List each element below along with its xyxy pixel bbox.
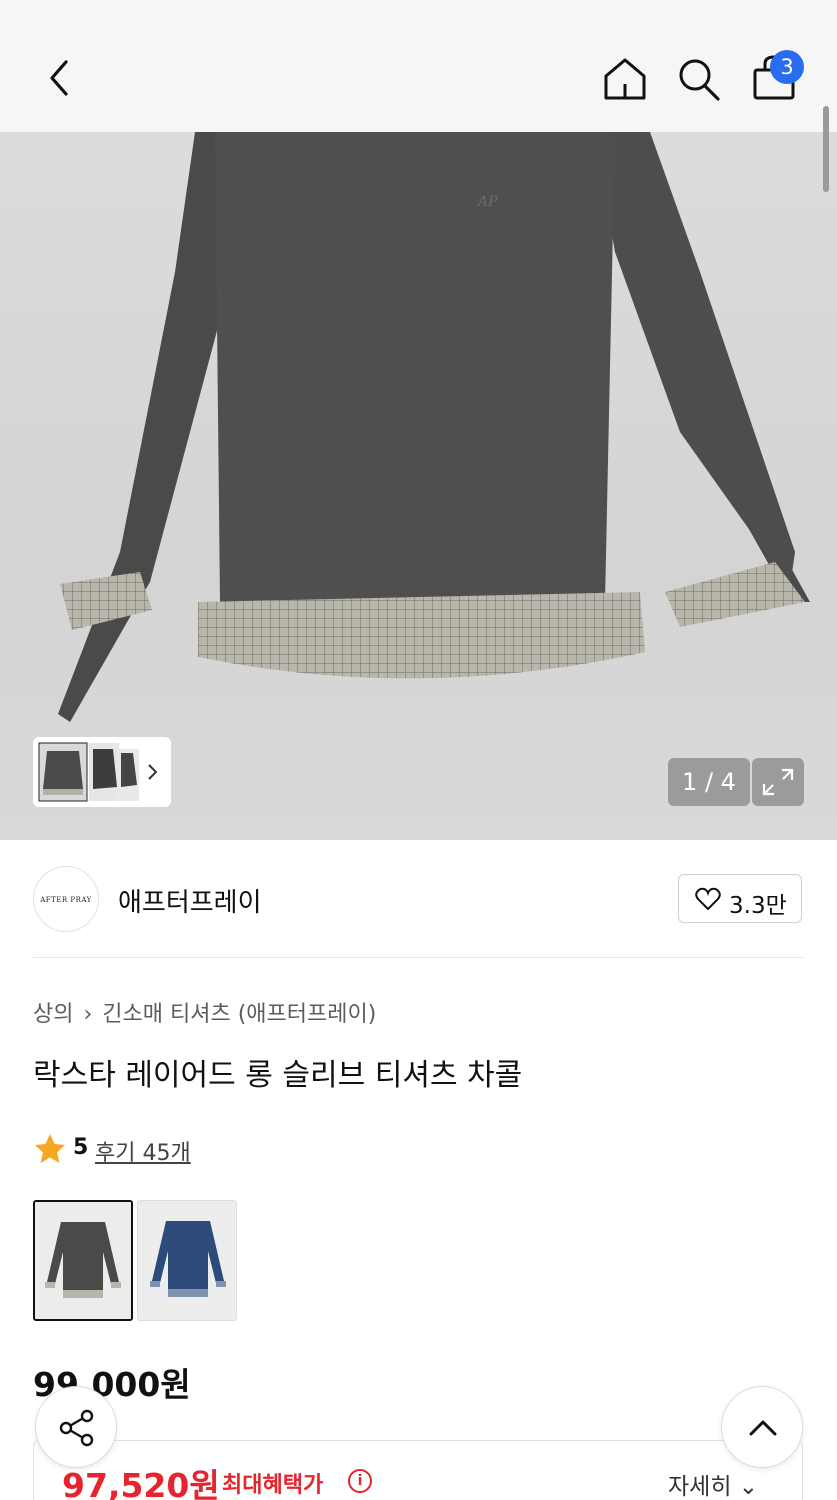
thumbnail-strip[interactable]: [33, 737, 171, 807]
product-title: 락스타 레이어드 롱 슬리브 티셔츠 차콜: [33, 1058, 523, 1093]
brand-name[interactable]: 애프터프레이: [118, 882, 262, 919]
detail-toggle[interactable]: 자세히 ⌄: [668, 1467, 758, 1500]
product-image-gallery[interactable]: AP 1 / 4: [0, 132, 837, 840]
cart-count-badge: 3: [770, 50, 804, 84]
scroll-indicator: [823, 106, 829, 192]
share-icon: [59, 1409, 94, 1447]
product-photo: AP: [58, 132, 810, 722]
max-benefit-box[interactable]: 97,520원 최대혜택가 i 자세히 ⌄: [33, 1440, 803, 1500]
like-count: 3.3만: [729, 893, 787, 919]
chevron-up-icon: [749, 1420, 777, 1436]
expand-icon[interactable]: [752, 758, 804, 806]
chevron-right-icon: ›: [83, 1002, 93, 1027]
star-icon: [35, 1134, 65, 1163]
color-option-charcoal[interactable]: [33, 1200, 133, 1321]
reviews-link[interactable]: 후기 45개: [95, 1135, 191, 1167]
divider: [33, 957, 803, 958]
scroll-top-button[interactable]: [721, 1386, 803, 1468]
color-option-navy[interactable]: [137, 1200, 237, 1321]
top-nav-bar: 3: [0, 0, 837, 132]
rating-score: 5: [73, 1135, 89, 1160]
back-icon[interactable]: [38, 56, 82, 100]
image-counter: 1 / 4: [668, 758, 750, 806]
detail-label: 자세히: [668, 1474, 732, 1500]
brand-row: AFTER PRAY 애프터프레이 3.3만: [0, 840, 837, 958]
heart-icon: [695, 887, 721, 911]
chevron-down-icon: ⌄: [738, 1474, 759, 1500]
breadcrumb-category[interactable]: 상의: [33, 1002, 73, 1027]
home-icon[interactable]: [600, 54, 650, 104]
info-icon[interactable]: i: [348, 1469, 372, 1493]
brand-logo[interactable]: AFTER PRAY: [33, 866, 99, 932]
embroidery-text: AP: [476, 194, 498, 210]
search-icon[interactable]: [676, 54, 722, 104]
breadcrumb: 상의 › 긴소매 티셔츠 (애프터프레이): [33, 996, 376, 1028]
share-button[interactable]: [35, 1386, 117, 1468]
breadcrumb-subcategory[interactable]: 긴소매 티셔츠 (애프터프레이): [102, 1002, 376, 1027]
brand-like-button[interactable]: 3.3만: [678, 874, 802, 923]
benefit-label: 최대혜택가: [222, 1473, 324, 1498]
